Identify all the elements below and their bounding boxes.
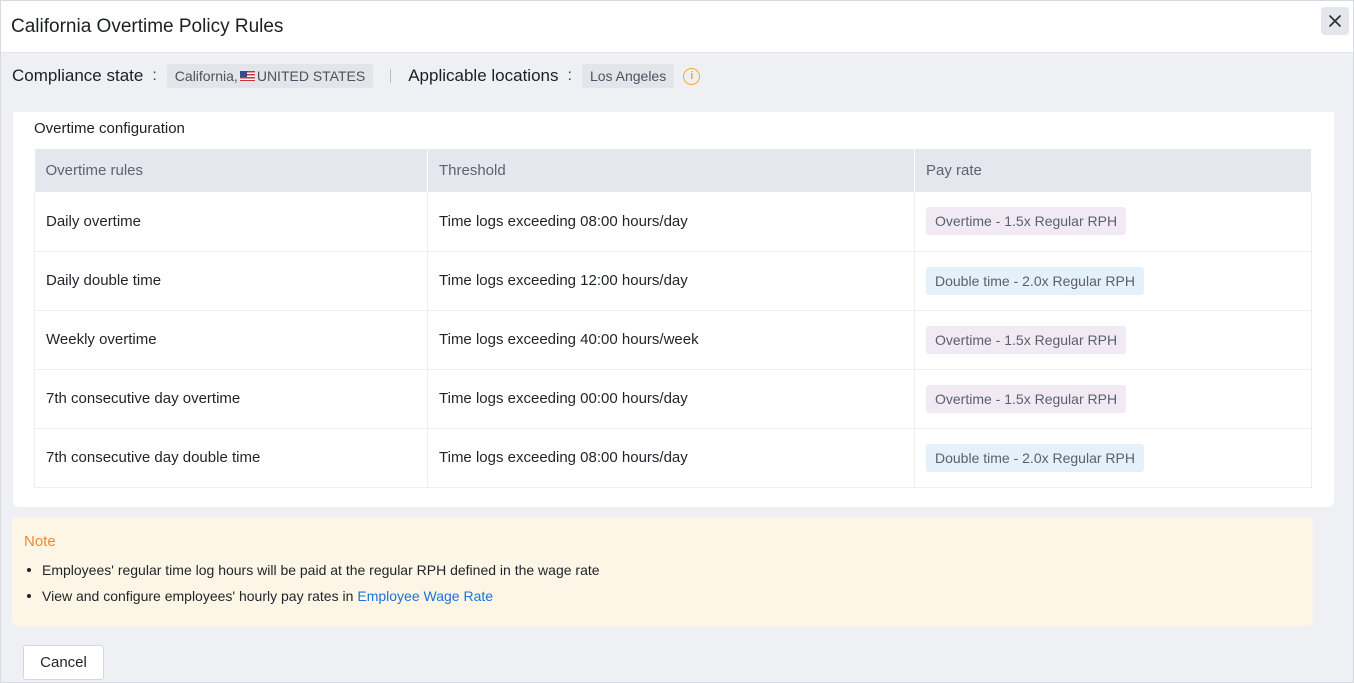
- rule-cell: Weekly overtime: [34, 310, 428, 370]
- threshold-cell: Time logs exceeding 40:00 hours/week: [427, 310, 915, 370]
- rule-cell: 7th consecutive day overtime: [34, 369, 428, 429]
- compliance-state-label: Compliance state: [12, 66, 144, 85]
- bullet-icon: [27, 594, 31, 598]
- section-title: Overtime configuration: [34, 120, 185, 137]
- employee-wage-rate-link[interactable]: Employee Wage Rate: [357, 588, 493, 604]
- rule-cell: Daily double time: [34, 251, 428, 311]
- close-button[interactable]: [1321, 7, 1349, 35]
- pay-rate-chip: Double time - 2.0x Regular RPH: [926, 266, 1144, 295]
- rule-cell: 7th consecutive day double time: [34, 428, 428, 488]
- header-overtime-rules: Overtime rules: [34, 149, 428, 192]
- overtime-rules-table: Overtime rules Threshold Pay rate Daily …: [34, 149, 1312, 488]
- rule-cell: Daily overtime: [34, 192, 428, 252]
- pay-rate-chip: Double time - 2.0x Regular RPH: [926, 443, 1144, 472]
- note-item: Employees' regular time log hours will b…: [24, 562, 1301, 578]
- pay-rate-cell: Overtime - 1.5x Regular RPH: [914, 310, 1312, 370]
- threshold-cell: Time logs exceeding 00:00 hours/day: [427, 369, 915, 429]
- pay-rate-cell: Overtime - 1.5x Regular RPH: [914, 369, 1312, 429]
- meta-divider: [390, 69, 392, 83]
- pay-rate-chip: Overtime - 1.5x Regular RPH: [926, 384, 1127, 413]
- close-icon: [1329, 15, 1341, 27]
- note-text: View and configure employees' hourly pay…: [42, 588, 354, 604]
- applicable-locations-label: Applicable locations: [408, 66, 559, 85]
- header-threshold: Threshold: [427, 149, 915, 192]
- bullet-icon: [27, 568, 31, 572]
- note-title: Note: [24, 533, 56, 550]
- threshold-cell: Time logs exceeding 08:00 hours/day: [427, 192, 915, 252]
- modal-header: California Overtime Policy Rules: [1, 1, 1353, 53]
- table-header-row: Overtime rules Threshold Pay rate: [34, 149, 1312, 192]
- note-text: Employees' regular time log hours will b…: [42, 562, 600, 578]
- cancel-button[interactable]: Cancel: [23, 645, 104, 680]
- table-row: Daily overtime Time logs exceeding 08:00…: [34, 192, 1312, 252]
- location-chip: Los Angeles: [581, 64, 675, 88]
- compliance-colon: :: [152, 67, 157, 84]
- compliance-state-chip: California, UNITED STATES: [166, 64, 374, 88]
- country-value: UNITED STATES: [256, 68, 366, 84]
- pay-rate-cell: Double time - 2.0x Regular RPH: [914, 428, 1312, 488]
- overtime-config-card: Overtime configuration Overtime rules Th…: [13, 112, 1334, 507]
- pay-rate-chip: Overtime - 1.5x Regular RPH: [926, 207, 1127, 236]
- table-row: Daily double time Time logs exceeding 12…: [34, 251, 1312, 311]
- threshold-cell: Time logs exceeding 08:00 hours/day: [427, 428, 915, 488]
- header-pay-rate: Pay rate: [914, 149, 1312, 192]
- threshold-cell: Time logs exceeding 12:00 hours/day: [427, 251, 915, 311]
- overtime-policy-modal: California Overtime Policy Rules Complia…: [0, 0, 1354, 683]
- state-value: California,: [174, 68, 238, 84]
- meta-row: Compliance state : California, UNITED ST…: [1, 53, 1353, 99]
- modal-title: California Overtime Policy Rules: [11, 15, 284, 37]
- note-item: View and configure employees' hourly pay…: [24, 588, 1301, 604]
- pay-rate-cell: Overtime - 1.5x Regular RPH: [914, 192, 1312, 252]
- pay-rate-cell: Double time - 2.0x Regular RPH: [914, 251, 1312, 311]
- us-flag-icon: [239, 71, 255, 81]
- info-icon[interactable]: i: [683, 67, 701, 85]
- pay-rate-chip: Overtime - 1.5x Regular RPH: [926, 325, 1127, 354]
- locations-colon: :: [567, 67, 572, 84]
- table-row: 7th consecutive day overtime Time logs e…: [34, 369, 1312, 429]
- table-row: 7th consecutive day double time Time log…: [34, 428, 1312, 488]
- table-row: Weekly overtime Time logs exceeding 40:0…: [34, 310, 1312, 370]
- note-box: Note Employees' regular time log hours w…: [12, 517, 1313, 626]
